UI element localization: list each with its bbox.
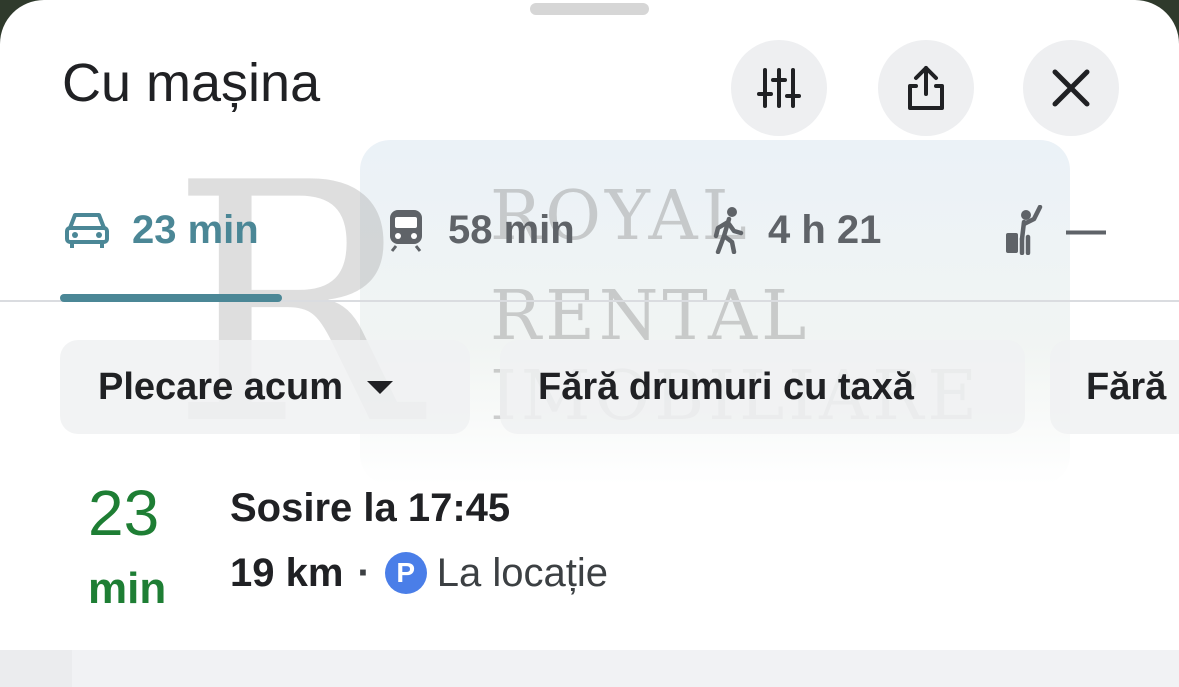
tab-ride-hailing[interactable]: — (1004, 200, 1106, 260)
route-duration-value: 23 (88, 477, 160, 549)
next-route-card-edge (0, 650, 72, 687)
share-icon (908, 66, 944, 110)
avoid-tolls-chip[interactable]: Fără drumuri cu taxă (500, 340, 1025, 434)
parking-icon: P (384, 552, 427, 594)
arrival-time: Sosire la 17:45 (230, 486, 511, 530)
selected-tab-indicator (60, 294, 282, 302)
avoid-option-chip[interactable]: Fără (1050, 340, 1179, 434)
parking-text: La locație (436, 550, 608, 595)
filter-options-button[interactable] (731, 40, 827, 136)
avoid-tolls-chip-label: Fără drumuri cu taxă (538, 365, 914, 408)
close-icon (1052, 69, 1090, 107)
departure-time-chip[interactable]: Plecare acum (60, 340, 470, 434)
departure-time-chip-label: Plecare acum (98, 365, 344, 408)
page-title: Cu mașina (62, 53, 321, 113)
separator-dot: · (357, 550, 371, 595)
sheet-drag-handle[interactable] (530, 3, 649, 15)
route-distance: 19 km (230, 550, 344, 595)
directions-sheet: R ROYAL RENTAL IMOBILIARE Cu mașina (0, 0, 1179, 687)
travel-mode-tabs: 23 min 58 min 4 h 21 — (0, 200, 1179, 260)
dropdown-arrow-icon (367, 381, 394, 394)
next-route-card[interactable] (0, 650, 1179, 687)
car-icon (65, 213, 109, 248)
close-button[interactable] (1023, 40, 1119, 136)
avoid-option-chip-label: Fără (1086, 365, 1167, 408)
tab-transit-label: 58 min (448, 207, 575, 252)
route-details: 19 km · P La locație (230, 548, 608, 598)
sliders-icon (757, 68, 801, 108)
tab-driving[interactable]: 23 min (64, 200, 259, 260)
tab-ride-hailing-label: — (1066, 207, 1106, 252)
walk-icon (713, 207, 744, 254)
tab-transit[interactable]: 58 min (386, 200, 575, 260)
route-duration-unit: min (88, 564, 167, 613)
train-icon (390, 210, 422, 252)
share-button[interactable] (878, 40, 974, 136)
tab-driving-label: 23 min (132, 207, 259, 252)
watermark: R ROYAL RENTAL IMOBILIARE (110, 140, 1070, 490)
tab-walking[interactable]: 4 h 21 (710, 200, 881, 260)
tab-walking-label: 4 h 21 (768, 207, 882, 252)
ride-hail-icon (1006, 205, 1043, 255)
